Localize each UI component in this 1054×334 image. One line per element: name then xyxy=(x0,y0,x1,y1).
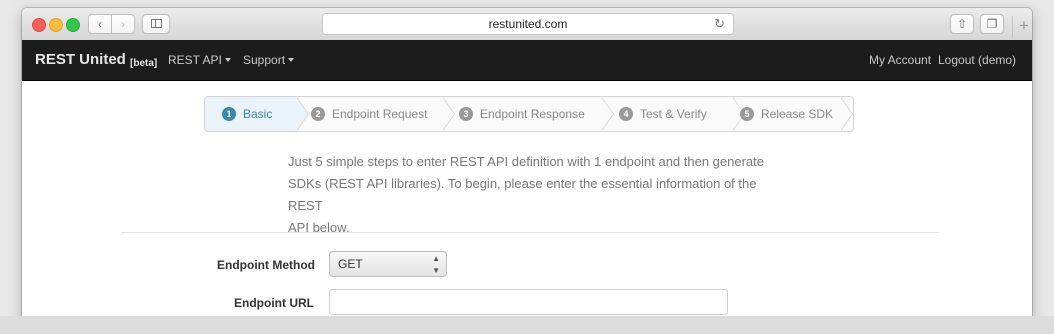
tabs-button[interactable]: ❐ xyxy=(980,14,1004,34)
window-bottom-edge xyxy=(0,316,1054,334)
step-separator-fill xyxy=(840,97,852,131)
close-window-button[interactable] xyxy=(32,18,46,32)
step-number: 5 xyxy=(740,107,754,121)
menu-support[interactable]: Support xyxy=(243,53,295,67)
endpoint-method-select[interactable]: GET ▲ ▼ xyxy=(329,251,447,277)
address-bar[interactable]: restunited.com ↻ xyxy=(322,13,734,35)
my-account-link[interactable]: My Account xyxy=(869,53,931,67)
step-label: Test & Verify xyxy=(640,107,707,121)
step-label: Endpoint Response xyxy=(480,107,585,121)
caret-down-icon xyxy=(288,58,295,62)
share-button[interactable]: ⇧ xyxy=(950,14,974,34)
step-number: 2 xyxy=(311,107,325,121)
section-divider xyxy=(121,232,939,233)
zoom-window-button[interactable] xyxy=(66,18,80,32)
tabs-icon: ❐ xyxy=(986,17,998,31)
wizard-step-endpoint-response[interactable]: 3 Endpoint Response xyxy=(459,97,609,131)
url-text: restunited.com xyxy=(488,17,568,31)
new-tab-button[interactable]: + xyxy=(1012,16,1032,38)
wizard-step-endpoint-request[interactable]: 2 Endpoint Request xyxy=(311,97,453,131)
step-number: 3 xyxy=(459,107,473,121)
step-label: Endpoint Request xyxy=(332,107,428,121)
wizard-step-basic[interactable]: 1 Basic xyxy=(205,97,297,131)
wizard-step-release-sdk[interactable]: 5 Release SDK xyxy=(740,97,840,131)
brand-name: REST United xyxy=(35,51,126,68)
step-label: Release SDK xyxy=(761,107,834,121)
chevron-right-icon: › xyxy=(121,17,125,31)
endpoint-method-label: Endpoint Method xyxy=(217,258,315,272)
endpoint-method-value: GET xyxy=(338,257,363,271)
endpoint-url-input[interactable] xyxy=(329,289,728,315)
wizard-steps: 1 Basic 2 Endpoint Request 3 Endpoint Respo… xyxy=(204,96,854,132)
wizard-step-test-verify[interactable]: 4 Test & Verify xyxy=(619,97,729,131)
menu-support-label: Support xyxy=(243,53,286,67)
share-icon: ⇧ xyxy=(956,17,968,31)
reload-icon[interactable]: ↻ xyxy=(714,14,725,34)
step-separator-fill xyxy=(296,97,308,131)
intro-line: SDKs (REST API libraries). To begin, ple… xyxy=(288,176,757,213)
endpoint-url-label: Endpoint URL xyxy=(234,296,314,310)
select-arrows-icon: ▲ ▼ xyxy=(432,254,440,275)
sidebar-button[interactable] xyxy=(142,14,170,34)
step-separator-fill xyxy=(601,97,613,131)
step-number: 1 xyxy=(222,107,236,121)
logout-link[interactable]: Logout (demo) xyxy=(938,53,1016,67)
back-button[interactable]: ‹ xyxy=(88,14,112,34)
menu-rest-api[interactable]: REST API xyxy=(168,53,231,67)
minimize-window-button[interactable] xyxy=(49,18,63,32)
forward-button[interactable]: › xyxy=(111,14,135,34)
sidebar-icon xyxy=(151,19,162,28)
plus-icon: + xyxy=(1019,16,1029,35)
caret-down-icon xyxy=(224,58,231,62)
browser-window: ‹ › restunited.com ↻ ⇧ ❐ + REST United [… xyxy=(22,8,1032,324)
intro-line: API below. xyxy=(288,220,350,235)
brand-logo[interactable]: REST United [beta] xyxy=(35,51,157,69)
site-navbar: REST United [beta] REST API Support My A… xyxy=(22,40,1032,81)
step-label: Basic xyxy=(243,107,273,121)
chevron-left-icon: ‹ xyxy=(98,17,102,31)
step-number: 4 xyxy=(619,107,633,121)
step-separator-fill xyxy=(442,97,454,131)
intro-line: Just 5 simple steps to enter REST API de… xyxy=(288,154,764,169)
menu-rest-api-label: REST API xyxy=(168,53,222,67)
intro-text: Just 5 simple steps to enter REST API de… xyxy=(288,151,788,239)
browser-toolbar: ‹ › restunited.com ↻ ⇧ ❐ + xyxy=(22,8,1032,41)
brand-beta-tag: [beta] xyxy=(130,58,158,69)
